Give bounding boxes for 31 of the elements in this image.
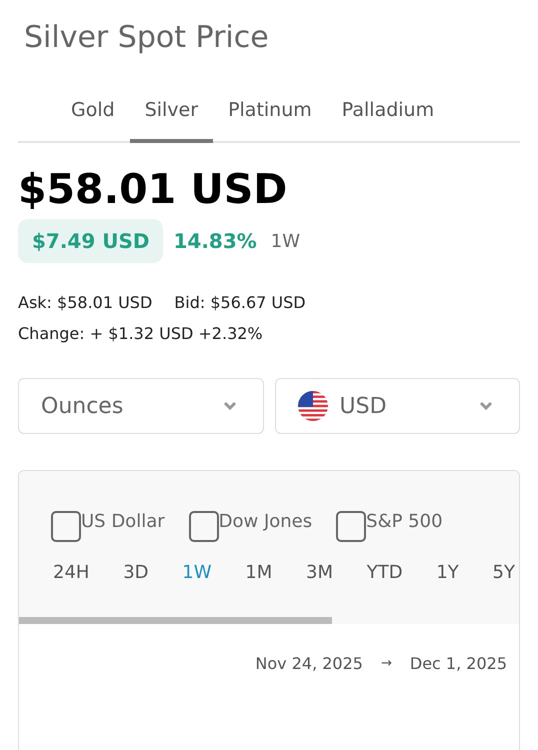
- daily-change: Change: + $1.32 USD +2.32%: [18, 324, 264, 343]
- compare-checkbox[interactable]: Dow Jones: [188, 511, 312, 542]
- bid-price: Bid: $56.67 USD: [174, 293, 306, 312]
- chevron-down-icon: [222, 401, 236, 411]
- change-percent: 14.83%: [173, 229, 257, 253]
- range-tab[interactable]: 24H: [53, 562, 90, 583]
- metal-tab[interactable]: Gold: [56, 91, 130, 143]
- range-tab[interactable]: 1Y: [436, 562, 459, 583]
- end-date: Dec 1, 2025: [410, 654, 507, 673]
- range-tab[interactable]: 3D: [123, 562, 149, 583]
- page-title: Silver Spot Price: [24, 20, 270, 55]
- arrow-icon: →: [380, 656, 392, 671]
- unit-dropdown[interactable]: Ounces: [18, 378, 264, 434]
- start-date: Nov 24, 2025: [255, 654, 363, 673]
- range-tab[interactable]: YTD: [366, 562, 403, 583]
- compare-checkbox[interactable]: S&P 500: [336, 511, 443, 542]
- metal-tab[interactable]: Silver: [130, 91, 214, 143]
- scrollbar[interactable]: [19, 617, 332, 624]
- change-period: 1W: [270, 230, 300, 252]
- change-amount: $7.49 USD: [18, 219, 164, 263]
- spot-price: $58.01 USD: [18, 165, 288, 213]
- currency-dropdown[interactable]: USD: [274, 378, 520, 434]
- range-tab[interactable]: 3M: [306, 562, 333, 583]
- compare-checkbox[interactable]: US Dollar: [51, 511, 165, 542]
- ask-price: Ask: $58.01 USD: [18, 293, 152, 312]
- metal-tab[interactable]: Palladium: [326, 91, 450, 143]
- range-tab[interactable]: 1M: [245, 562, 272, 583]
- metal-tab[interactable]: Platinum: [213, 91, 327, 143]
- range-tab[interactable]: 5Y: [492, 562, 515, 583]
- chevron-down-icon: [479, 401, 493, 411]
- flag-icon: [298, 391, 328, 421]
